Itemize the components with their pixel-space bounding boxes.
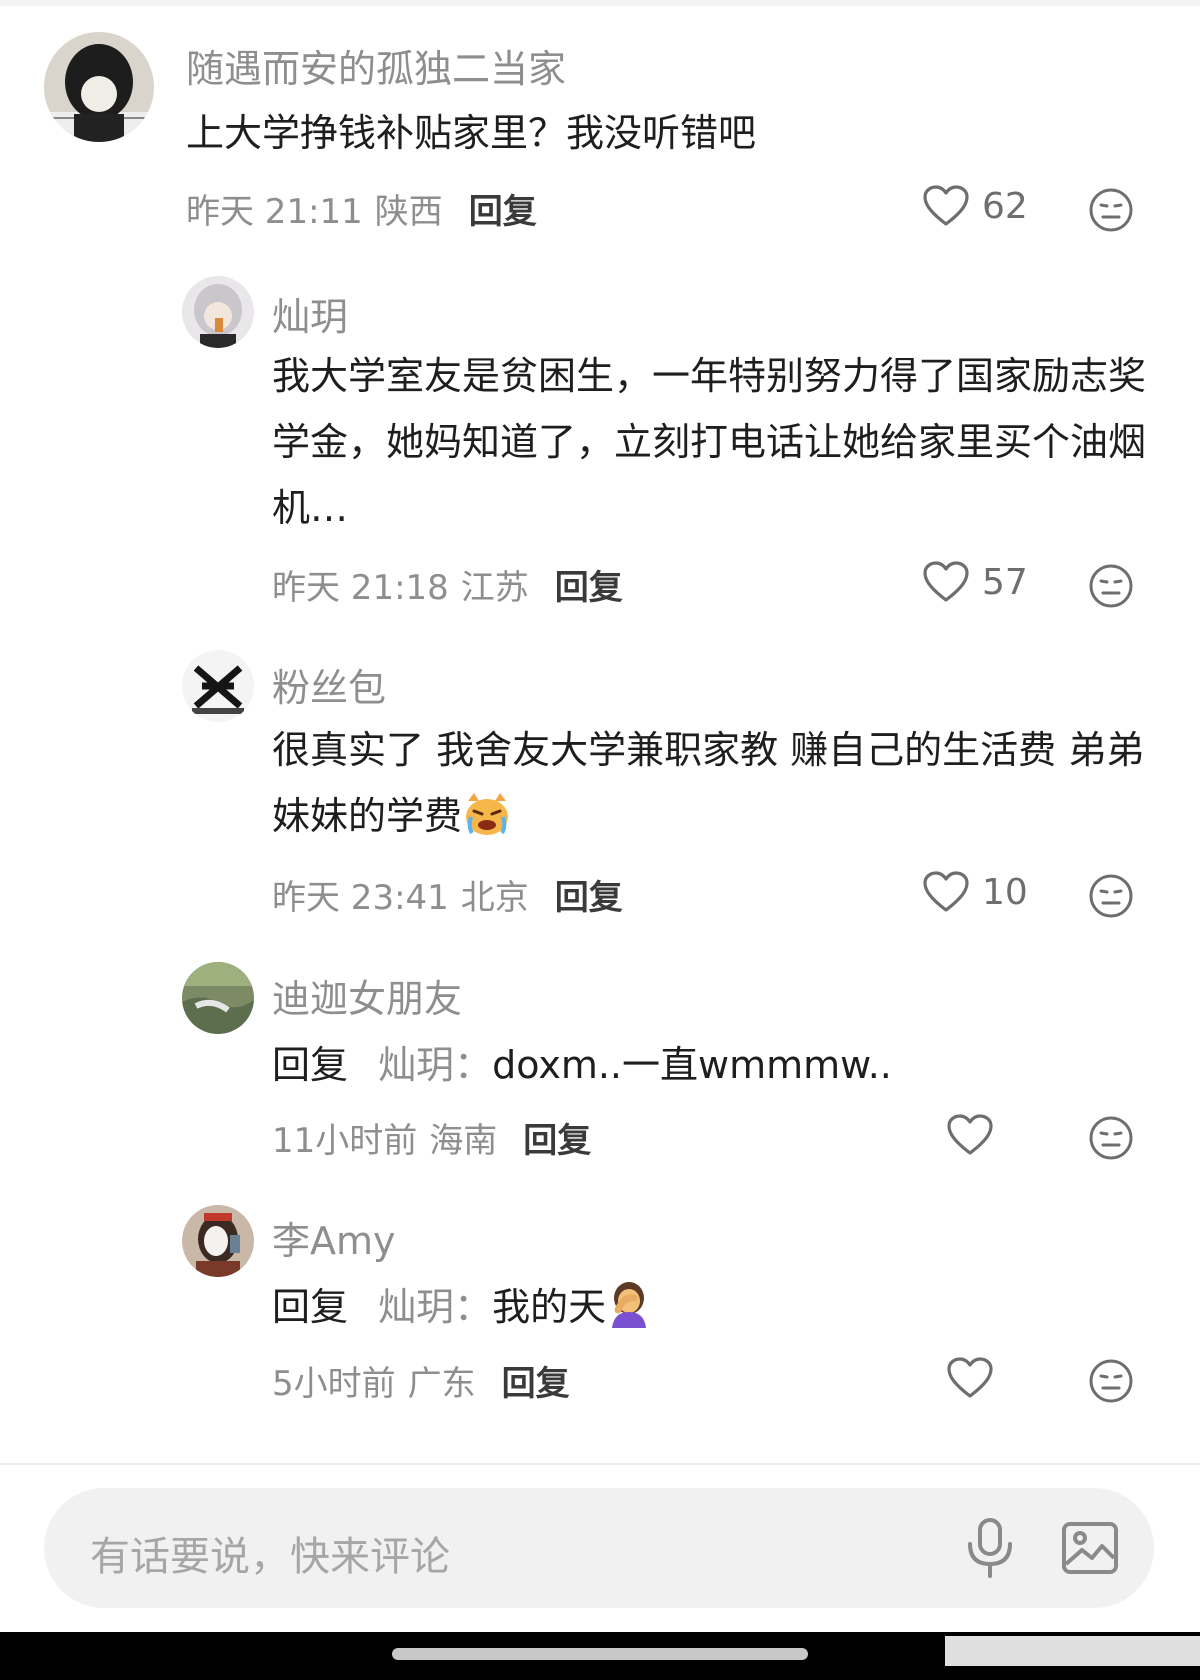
heart-outline-icon bbox=[923, 561, 969, 602]
heart-outline-icon bbox=[947, 1114, 993, 1155]
like-count: 10 bbox=[982, 871, 1028, 913]
meh-face-icon[interactable] bbox=[1088, 873, 1134, 919]
comment-meta: 11小时前 海南 回复 bbox=[272, 1113, 591, 1162]
microphone-icon[interactable] bbox=[962, 1516, 1018, 1580]
like-button[interactable]: 62 bbox=[922, 184, 1028, 228]
like-button[interactable] bbox=[946, 1356, 994, 1400]
avatar[interactable] bbox=[182, 1205, 254, 1277]
reply-button[interactable]: 回复 bbox=[469, 184, 537, 233]
comment-text: 很真实了 我舍友大学兼职家教 赚自己的生活费 弟弟妹妹的学费 bbox=[272, 717, 1162, 849]
comment-location: 海南 bbox=[429, 1121, 498, 1161]
comment-location: 江苏 bbox=[460, 568, 529, 608]
comment-text: 回复 灿玥：doxm..一直wmmmw.. bbox=[272, 1032, 1162, 1098]
comment-time: 5小时前 bbox=[272, 1364, 396, 1404]
username[interactable]: 迪迦女朋友 bbox=[272, 968, 462, 1023]
comment-composer[interactable]: 有话要说，快来评论 bbox=[44, 1488, 1154, 1608]
username[interactable]: 灿玥 bbox=[272, 286, 348, 341]
heart-outline-icon bbox=[923, 185, 969, 226]
heart-outline-icon bbox=[923, 871, 969, 912]
reply-prefix: 回复 bbox=[272, 1285, 349, 1329]
username[interactable]: 李Amy bbox=[272, 1210, 396, 1265]
comment-text-content: 我的天 bbox=[492, 1285, 607, 1329]
like-count: 62 bbox=[982, 185, 1028, 227]
comment-location: 广东 bbox=[407, 1364, 476, 1404]
avatar[interactable] bbox=[182, 962, 254, 1034]
reply-button[interactable]: 回复 bbox=[502, 1356, 570, 1405]
comment-text: 上大学挣钱补贴家里？我没听错吧 bbox=[186, 111, 757, 155]
comment-time: 昨天 21:11 bbox=[186, 192, 363, 232]
reply-button[interactable]: 回复 bbox=[523, 1113, 591, 1162]
comment-meta: 5小时前 广东 回复 bbox=[272, 1356, 570, 1405]
username[interactable]: 随遇而安的孤独二当家 bbox=[186, 38, 566, 93]
username[interactable]: 粉丝包 bbox=[272, 657, 386, 712]
like-count: 57 bbox=[982, 561, 1028, 603]
comment-meta: 昨天 21:18 江苏 回复 bbox=[272, 560, 623, 609]
reply-target[interactable]: 灿玥： bbox=[378, 1043, 492, 1087]
nav-overlay bbox=[945, 1636, 1200, 1666]
comment-text: 我大学室友是贫困生，一年特别努力得了国家励志奖学金，她妈知道了，立刻打电话让她给… bbox=[272, 354, 1147, 530]
like-button[interactable]: 10 bbox=[922, 870, 1028, 914]
heart-outline-icon bbox=[947, 1357, 993, 1398]
avatar[interactable] bbox=[182, 276, 254, 348]
composer-divider bbox=[0, 1463, 1200, 1465]
reply-prefix: 回复 bbox=[272, 1043, 349, 1087]
image-icon[interactable] bbox=[1060, 1518, 1120, 1578]
comment-input-placeholder[interactable]: 有话要说，快来评论 bbox=[90, 1524, 450, 1582]
meh-face-icon[interactable] bbox=[1088, 563, 1134, 609]
facepalm-woman-emoji bbox=[612, 1282, 647, 1328]
meh-face-icon[interactable] bbox=[1088, 187, 1134, 233]
comment-time: 昨天 21:18 bbox=[272, 568, 449, 608]
comment-meta: 昨天 21:11 陕西 回复 bbox=[186, 184, 537, 233]
comment-text: 回复 灿玥：我的天 bbox=[272, 1274, 1162, 1340]
meh-face-icon[interactable] bbox=[1088, 1115, 1134, 1161]
avatar[interactable] bbox=[44, 32, 154, 142]
reply-target[interactable]: 灿玥： bbox=[378, 1285, 492, 1329]
like-button[interactable]: 57 bbox=[922, 560, 1028, 604]
like-button[interactable] bbox=[946, 1113, 994, 1157]
comment-location: 北京 bbox=[460, 878, 529, 918]
home-indicator[interactable] bbox=[392, 1648, 808, 1660]
top-edge bbox=[0, 0, 1200, 6]
avatar[interactable] bbox=[182, 650, 254, 722]
crying-angry-cat-emoji bbox=[466, 793, 509, 835]
comment-text-content: 很真实了 我舍友大学兼职家教 赚自己的生活费 弟弟妹妹的学费 bbox=[272, 728, 1145, 838]
comment-text-content: doxm..一直wmmmw.. bbox=[492, 1043, 892, 1087]
comment-time: 11小时前 bbox=[272, 1121, 418, 1161]
comment-location: 陕西 bbox=[374, 192, 443, 232]
reply-button[interactable]: 回复 bbox=[555, 870, 623, 919]
comment-meta: 昨天 23:41 北京 回复 bbox=[272, 870, 623, 919]
comment-time: 昨天 23:41 bbox=[272, 878, 449, 918]
reply-button[interactable]: 回复 bbox=[555, 560, 623, 609]
meh-face-icon[interactable] bbox=[1088, 1358, 1134, 1404]
